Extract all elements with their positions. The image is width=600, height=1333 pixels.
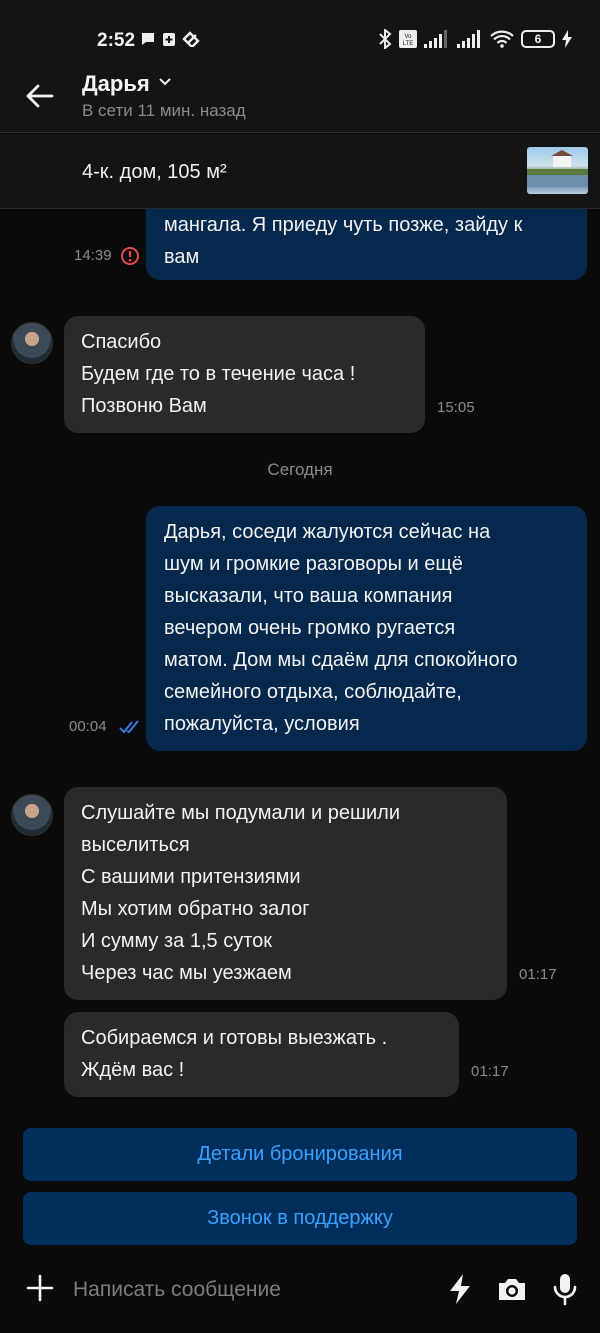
status-system-icons: Vo LTE 6 [378, 29, 572, 49]
outgoing-message[interactable]: Дарья, соседи жалуются сейчас на шум и г… [146, 506, 587, 751]
chevron-down-icon[interactable] [158, 76, 172, 88]
date-separator: Сегодня [267, 460, 333, 479]
status-time: 2:52 [97, 30, 136, 51]
message-input[interactable] [73, 1270, 433, 1310]
house-photo-icon [527, 150, 588, 187]
incoming-message[interactable]: Собираемся и готовы выезжать . Ждём вас … [64, 1012, 459, 1097]
bluetooth-icon [379, 29, 392, 49]
message-line: выселиться [81, 834, 190, 856]
listing-thumbnail[interactable] [527, 147, 588, 194]
listing-title[interactable]: 4-к. дом, 105 м² [82, 161, 227, 184]
message-time: 14:39 [74, 247, 112, 264]
double-check-icon [119, 720, 139, 734]
volte-icon: VoLTE [399, 30, 417, 48]
wifi-icon [490, 30, 514, 48]
charging-icon [562, 30, 572, 48]
status-bar: 2:52 Vo LTE 6 [0, 0, 600, 58]
message-line: Спасибо [81, 331, 162, 353]
message-line: Будем где то в течение часа ! [81, 363, 356, 385]
message-line: матом. Дом мы сдаём для спокойного [164, 649, 518, 671]
message-line: Ждём вас ! [81, 1059, 185, 1081]
message-time: 00:04 [69, 718, 107, 735]
signal-icon [424, 30, 447, 48]
app-icon [182, 31, 200, 47]
svg-text:LTE: LTE [403, 41, 414, 47]
message-line: Мы хотим обратно залог [81, 898, 310, 920]
booking-details-button[interactable]: Детали бронирования [23, 1128, 577, 1181]
contact-status: В сети 11 мин. назад [82, 101, 246, 120]
message-line: Собираемся и готовы выезжать . [81, 1027, 388, 1049]
back-arrow-icon[interactable] [24, 80, 56, 112]
message-line: Слушайте мы подумали и решили [81, 802, 401, 824]
message-line: вечером очень громко ругается [164, 617, 456, 639]
message-time: 15:05 [437, 399, 475, 416]
listing-bar[interactable]: 4-к. дом, 105 м² [0, 134, 600, 209]
message-line: мангала. Я приеду чуть позже, зайду к [164, 214, 523, 236]
svg-text:Vo: Vo [404, 34, 412, 40]
message-line: пожалуйста, условия [164, 713, 360, 735]
battery-level: 6 [534, 32, 542, 46]
chat-bubble-icon [142, 33, 154, 45]
error-icon[interactable] [120, 246, 140, 266]
message-line: Позвоню Вам [81, 395, 207, 417]
outgoing-message[interactable]: мангала. Я приеду чуть позже, зайду к ва… [146, 209, 587, 280]
message-line: Дарья, соседи жалуются сейчас на [164, 521, 491, 543]
message-line: И сумму за 1,5 суток [81, 930, 273, 952]
incoming-message[interactable]: Спасибо Будем где то в течение часа ! По… [64, 316, 425, 433]
status-notifications [140, 31, 200, 47]
message-time: 01:17 [471, 1063, 509, 1080]
message-line: семейного отдыха, соблюдайте, [164, 681, 462, 703]
plus-icon[interactable] [25, 1273, 55, 1303]
avatar[interactable] [11, 322, 53, 364]
message-line: С вашими притензиями [81, 866, 301, 888]
message-composer [0, 1250, 600, 1333]
message-list[interactable]: мангала. Я приеду чуть позже, зайду к ва… [0, 209, 600, 1114]
avatar[interactable] [11, 794, 53, 836]
message-line: высказали, что ваша компания [164, 585, 453, 607]
microphone-icon[interactable] [549, 1272, 581, 1306]
camera-icon[interactable] [496, 1272, 528, 1306]
message-line: Через час мы уезжаем [81, 962, 292, 984]
message-time: 01:17 [519, 966, 557, 983]
message-line: вам [164, 246, 200, 268]
clipboard-plus-icon [163, 33, 175, 46]
battery-icon: 6 [521, 30, 555, 48]
support-call-button[interactable]: Звонок в поддержку [23, 1192, 577, 1245]
incoming-message[interactable]: Слушайте мы подумали и решили выселиться… [64, 787, 507, 1000]
lightning-icon[interactable] [444, 1272, 476, 1306]
chat-header: Дарья В сети 11 мин. назад [0, 58, 600, 133]
message-line: шум и громкие разговоры и ещё [164, 553, 463, 575]
contact-name[interactable]: Дарья [82, 71, 150, 97]
signal-icon [457, 30, 480, 48]
